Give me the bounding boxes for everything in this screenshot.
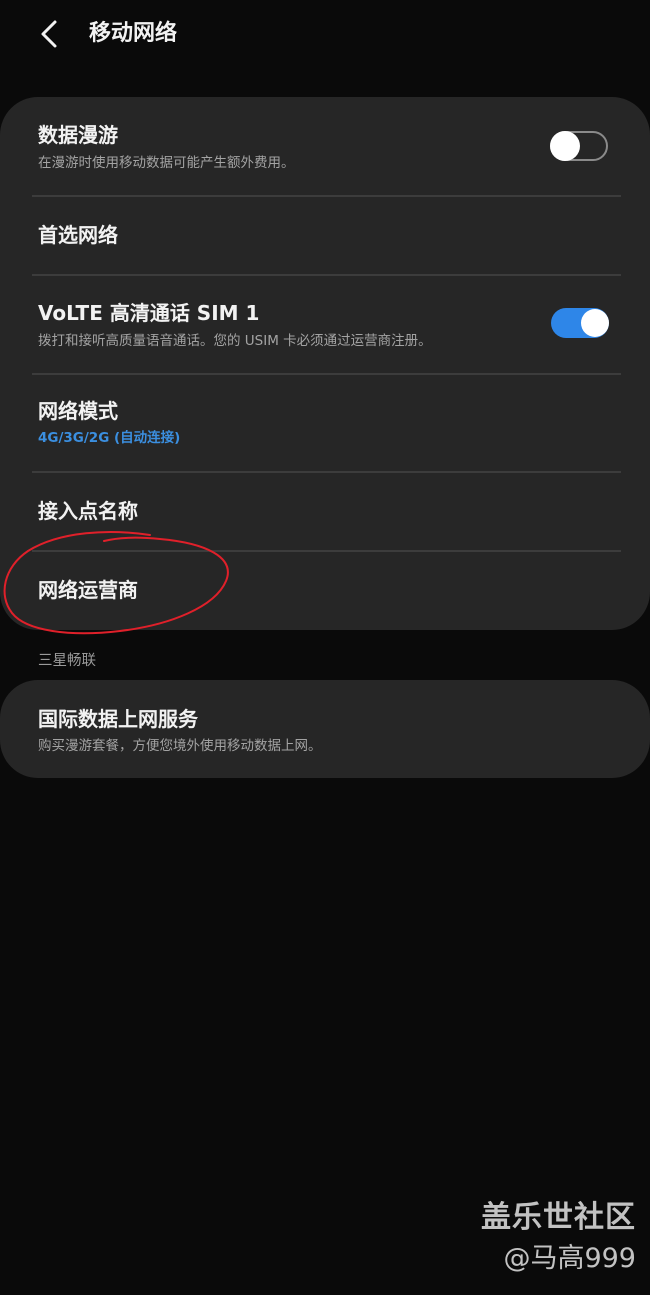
chevron-left-icon	[41, 20, 57, 48]
volte-toggle[interactable]	[551, 308, 609, 338]
preferred-network-row[interactable]: 首选网络	[0, 197, 650, 274]
network-mode-row[interactable]: 网络模式 4G/3G/2G (自动连接)	[0, 375, 650, 472]
apn-title: 接入点名称	[38, 499, 138, 523]
network-mode-title: 网络模式	[38, 399, 118, 423]
network-operator-title: 网络运营商	[38, 578, 138, 602]
toggle-knob	[550, 131, 580, 161]
volte-subtitle: 拨打和接听高质量语音通话。您的 USIM 卡必须通过运营商注册。	[38, 333, 432, 349]
section-label-samsung-connect: 三星畅联	[38, 653, 96, 669]
international-data-row[interactable]: 国际数据上网服务 购买漫游套餐，方便您境外使用移动数据上网。	[0, 680, 650, 778]
volte-row[interactable]: VoLTE 高清通话 SIM 1 拨打和接听高质量语音通话。您的 USIM 卡必…	[0, 276, 650, 374]
watermark: 盖乐世社区 @马高999	[481, 1198, 636, 1276]
volte-title: VoLTE 高清通话 SIM 1	[38, 301, 260, 325]
data-roaming-row[interactable]: 数据漫游 在漫游时使用移动数据可能产生额外费用。	[0, 97, 650, 196]
data-roaming-subtitle: 在漫游时使用移动数据可能产生额外费用。	[38, 155, 295, 171]
settings-card: 数据漫游 在漫游时使用移动数据可能产生额外费用。 首选网络 VoLTE 高清通话…	[0, 97, 650, 630]
back-button[interactable]	[30, 14, 70, 54]
watermark-community: 盖乐世社区	[481, 1200, 636, 1235]
international-data-card: 国际数据上网服务 购买漫游套餐，方便您境外使用移动数据上网。	[0, 680, 650, 778]
app-header: 移动网络	[0, 0, 650, 70]
international-data-title: 国际数据上网服务	[38, 707, 198, 731]
data-roaming-toggle[interactable]	[550, 131, 608, 161]
preferred-network-title: 首选网络	[38, 223, 118, 247]
international-data-subtitle: 购买漫游套餐，方便您境外使用移动数据上网。	[38, 738, 322, 754]
toggle-knob	[581, 309, 609, 337]
data-roaming-title: 数据漫游	[38, 123, 118, 147]
page-title: 移动网络	[89, 21, 178, 46]
watermark-author: @马高999	[503, 1243, 636, 1274]
network-mode-value: 4G/3G/2G (自动连接)	[38, 430, 181, 446]
network-operator-row[interactable]: 网络运营商	[0, 552, 650, 630]
apn-row[interactable]: 接入点名称	[0, 473, 650, 550]
